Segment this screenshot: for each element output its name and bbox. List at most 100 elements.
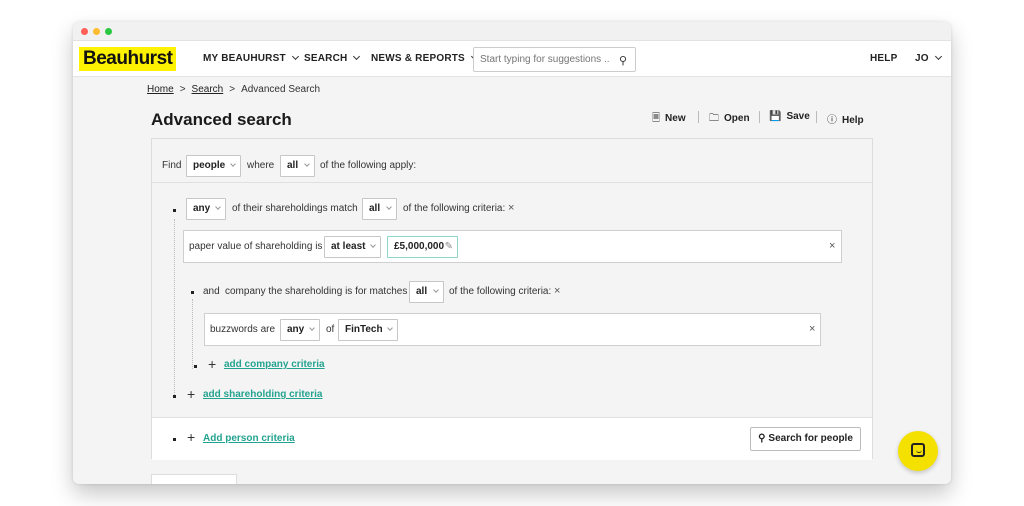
shareholding-criteria-quantifier-value: all [369,203,381,214]
nav-my-beauhurst-label: MY BEAUHURST [203,53,286,64]
top-navigation: Beauhurst MY BEAUHURST SEARCH NEWS & REP… [73,41,951,77]
remove-buzzwords-criteria-icon[interactable]: × [809,323,815,335]
bullet [173,209,176,212]
entity-select[interactable]: people [186,155,241,177]
remove-value-criteria-icon[interactable]: × [829,240,835,252]
search-builder-panel: Find people where all of the following a… [151,138,873,460]
close-window-button[interactable] [81,28,88,35]
search-icon[interactable]: ⚲ [619,54,627,67]
nav-news-reports-label: NEWS & REPORTS [371,53,465,64]
of-label: of [326,324,335,335]
save-label: Save [786,111,810,122]
bullet [173,438,176,441]
search-input[interactable] [474,48,609,71]
add-person-criteria-link[interactable]: Add person criteria [203,433,295,444]
chevron-down-icon [309,325,315,331]
tree-line [174,219,175,397]
value-operator-select[interactable]: at least [324,236,381,258]
shareholding-criteria-quantifier-select[interactable]: all [362,198,397,220]
nav-help[interactable]: HELP [870,53,897,64]
value-criteria-row: paper value of shareholding is at least … [183,230,842,263]
where-label: where [247,160,275,171]
shareholding-criteria-label: of the following criteria: [403,203,506,214]
new-button[interactable]: 🗏 New [652,111,686,128]
pencil-icon: ✎ [444,241,453,252]
value-operator-value: at least [331,241,366,252]
apply-label: of the following apply: [320,160,417,171]
nav-news-reports[interactable]: NEWS & REPORTS [371,52,478,64]
toolbar-divider [759,111,760,123]
find-label: Find [162,160,182,171]
entity-value: people [193,160,226,171]
buzzwords-value: FinTech [345,324,383,335]
bullet [173,395,176,398]
value-amount-field[interactable]: £5,000,000 ✎ [387,236,458,258]
value-criteria-label: paper value of shareholding is [189,241,323,252]
user-menu[interactable]: JO [915,52,942,64]
buzzwords-criteria-row: buzzwords are any of FinTech × [204,313,821,346]
save-button[interactable]: 💾 Save [769,111,810,122]
company-match-label: company the shareholding is for matches [225,286,408,297]
breadcrumb-home[interactable]: Home [147,84,174,95]
chevron-down-icon [934,52,942,61]
company-criteria-quantifier-select[interactable]: all [409,281,444,303]
breadcrumb-separator: > [229,84,236,95]
shareholding-match-label: of their shareholdings match [232,203,358,214]
buzzwords-value-select[interactable]: FinTech [338,319,398,341]
search-for-people-label: Search for people [768,433,853,444]
search-icon: ⚲ [758,433,766,444]
chevron-down-icon [370,242,376,248]
buzzwords-quantifier-value: any [287,324,305,335]
tree-line [192,299,193,369]
bullet [194,365,197,368]
chevron-down-icon [433,287,439,293]
help-button[interactable]: ⓘ Help [827,111,864,126]
page-title: Advanced search [151,110,292,129]
toolbar-divider [816,111,817,123]
chat-launcher-button[interactable] [898,431,938,471]
nav-search[interactable]: SEARCH [304,52,361,64]
nav-my-beauhurst[interactable]: MY BEAUHURST [203,52,299,64]
shareholding-quantifier-value: any [193,203,211,214]
apply-quantifier-value: all [287,160,299,171]
bullet [191,291,194,294]
help-label: Help [842,115,864,126]
buzzwords-label: buzzwords are [210,324,276,335]
minimize-window-button[interactable] [93,28,100,35]
help-icon: ⓘ [827,115,837,126]
beauhurst-logo[interactable]: Beauhurst [79,47,177,71]
results-tab [151,474,237,484]
chevron-down-icon [291,52,299,61]
chevron-down-icon [353,52,361,61]
breadcrumb-current: Advanced Search [241,84,321,95]
add-shareholding-criteria-link[interactable]: add shareholding criteria [203,389,322,400]
and-label: and [203,286,220,297]
open-button[interactable]: 🗀 Open [709,111,750,128]
new-file-icon: 🗏 [652,113,661,124]
add-company-criteria-link[interactable]: add company criteria [224,359,325,370]
maximize-window-button[interactable] [105,28,112,35]
breadcrumb-search[interactable]: Search [192,84,224,95]
breadcrumb-separator: > [179,84,186,95]
folder-icon: 🗀 [709,113,719,124]
apply-quantifier-select[interactable]: all [280,155,315,177]
remove-company-group-icon[interactable]: × [554,285,560,297]
remove-shareholding-group-icon[interactable]: × [508,202,514,214]
open-label: Open [724,113,750,124]
window-titlebar [73,22,951,41]
global-search: ⚲ [473,47,636,72]
toolbar-divider [698,111,699,123]
company-criteria-quantifier-value: all [416,286,428,297]
save-icon: 💾 [769,111,782,122]
new-label: New [665,113,686,124]
browser-window: Beauhurst MY BEAUHURST SEARCH NEWS & REP… [73,22,951,484]
company-criteria-label: of the following criteria: [449,286,552,297]
buzzwords-quantifier-select[interactable]: any [280,319,320,341]
chevron-down-icon [387,325,393,331]
plus-icon: + [187,386,196,402]
chevron-down-icon [386,204,392,210]
search-for-people-button[interactable]: ⚲ Search for people [750,427,861,451]
value-amount: £5,000,000 [394,241,445,252]
plus-icon: + [208,356,217,372]
shareholding-quantifier-select[interactable]: any [186,198,226,220]
